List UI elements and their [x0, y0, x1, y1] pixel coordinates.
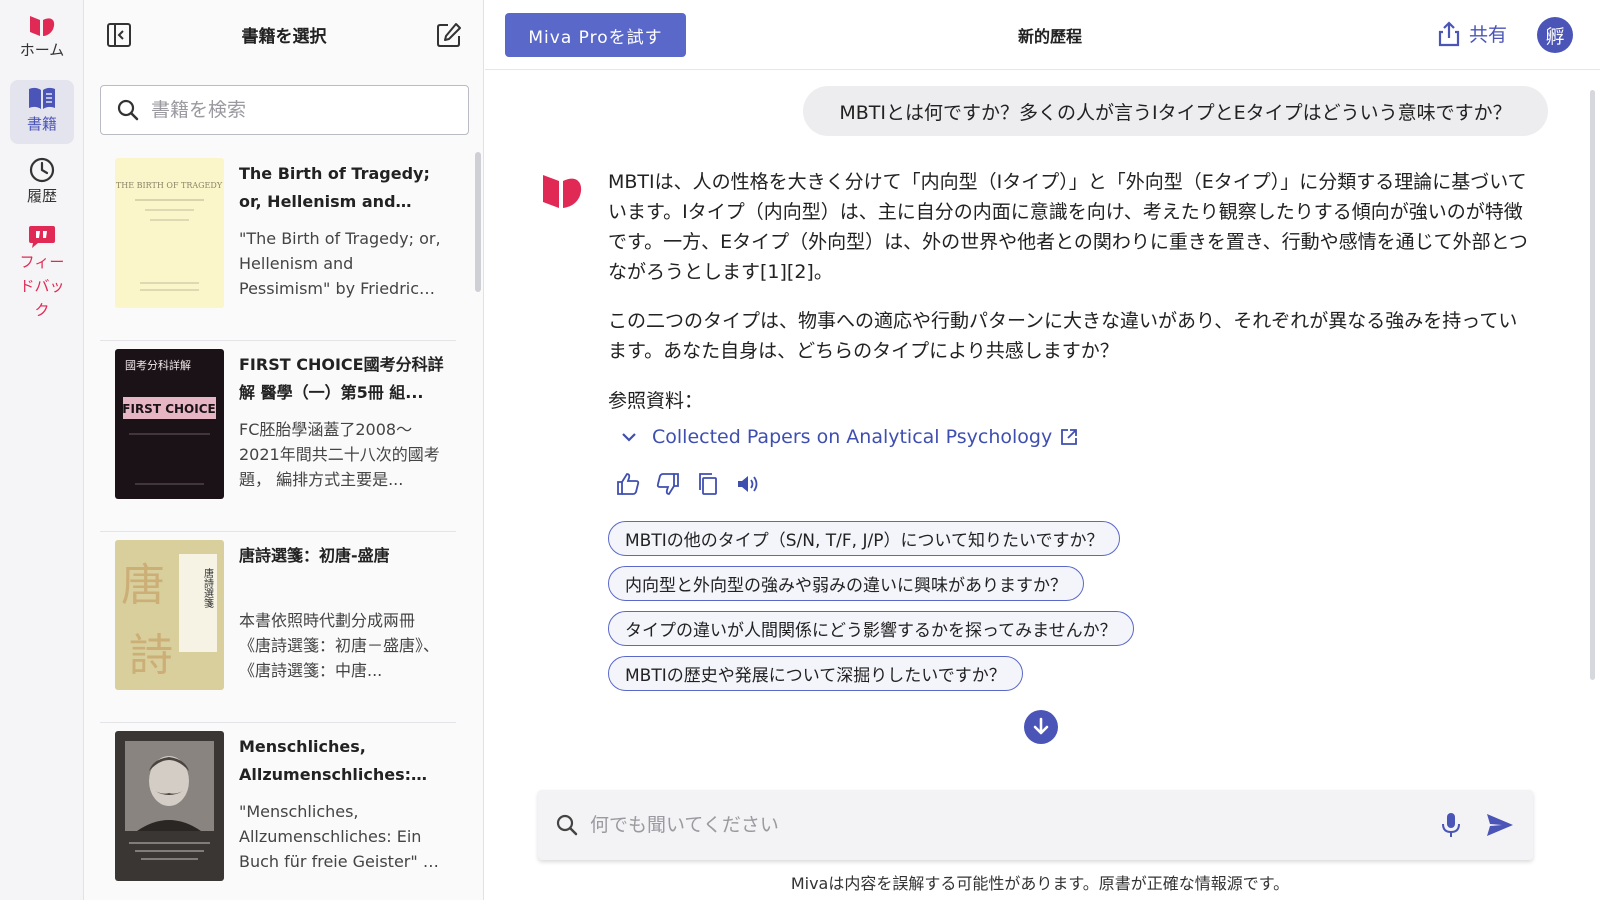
share-icon [1438, 20, 1460, 46]
disclaimer-text: Mivaは内容を誤解する可能性があります。原書が正確な情報源です。 [790, 874, 1290, 893]
top-bar: Miva Proを試す 新的歷程 共有 孵 [485, 0, 1600, 70]
chat-main: Miva Proを試す 新的歷程 共有 孵 MBTIとは何ですか？多くの人が言う… [485, 0, 1600, 900]
share-label: 共有 [1469, 24, 1508, 46]
left-rail: ホーム 書籍 履歴 フィードバック [0, 0, 84, 900]
chevron-down-icon[interactable] [620, 428, 638, 446]
external-link-icon[interactable] [1060, 428, 1078, 446]
panel-title: 書籍を選択 [241, 27, 327, 47]
answer-paragraph: この二つのタイプは、物事への適応や行動パターンに大きな違いがあり、それぞれが異な… [608, 310, 1518, 362]
avatar[interactable]: 孵 [1537, 17, 1573, 53]
suggestion-chip[interactable]: タイプの違いが人間関係にどう影響するかを探ってみませんか？ [608, 611, 1134, 646]
book-list-scrollbar[interactable] [475, 152, 481, 292]
book-list: THE BIRTH OF TRAGEDY The Birth of Traged… [100, 150, 456, 900]
book-icon [29, 87, 55, 109]
assistant-answer: MBTIは、人の性格を大きく分けて「内向型（Iタイプ）」と「外向型（Eタイプ）」… [608, 167, 1528, 385]
reference-title[interactable]: Collected Papers on Analytical Psycholog… [652, 426, 1052, 448]
suggestion-chip[interactable]: MBTIの歴史や発展について深掘りしたいですか？ [608, 656, 1023, 691]
microphone-icon[interactable] [1440, 812, 1462, 838]
scroll-to-bottom-button[interactable] [1024, 710, 1058, 744]
new-chat-edit-icon[interactable] [436, 22, 462, 48]
suggestion-chip[interactable]: 内向型と外向型の強みや弱みの違いに興味がありますか？ [608, 566, 1084, 601]
book-cover [115, 731, 224, 881]
book-cover: 唐 詩 唐詩選箋 [115, 540, 224, 690]
book-title: FIRST CHOICE國考分科詳解 醫學（一）第5冊 組... [239, 355, 444, 402]
message-composer [538, 790, 1533, 860]
rail-home-label: ホーム [19, 41, 65, 59]
book-item[interactable]: 國考分科詳解 FIRST CHOICE FIRST CHOICE國考分科詳解 醫… [100, 341, 456, 532]
rail-feedback[interactable]: フィードバック [10, 222, 74, 332]
book-item[interactable]: THE BIRTH OF TRAGEDY The Birth of Traged… [100, 150, 456, 341]
svg-text:詩: 詩 [129, 630, 173, 681]
feedback-icon [29, 226, 55, 248]
book-title: The Birth of Tragedy; or, Hellenism and … [239, 164, 430, 211]
book-description: 本書依照時代劃分成兩冊《唐詩選箋：初唐－盛唐》、《唐詩選箋：中唐... [239, 611, 440, 680]
book-cover-art [115, 731, 224, 881]
search-icon [117, 99, 139, 121]
svg-text:唐: 唐 [121, 560, 165, 611]
book-description: FC胚胎學涵蓋了2008～2021年間共二十八次的國考題， 編排方式主要是... [239, 420, 440, 489]
chat-scrollbar[interactable] [1590, 90, 1595, 680]
book-cover: 國考分科詳解 FIRST CHOICE [115, 349, 224, 499]
book-panel: 書籍を選択 THE BIRTH OF TRAGEDY [84, 0, 484, 900]
clock-icon [29, 157, 55, 183]
panel-header: 書籍を選択 [84, 0, 483, 70]
reference-link[interactable]: Collected Papers on Analytical Psycholog… [620, 426, 1078, 448]
cover-title-text: FIRST CHOICE [122, 402, 215, 416]
thumbs-down-icon[interactable] [656, 472, 680, 496]
arrow-down-icon [1033, 717, 1049, 735]
book-search [100, 85, 469, 135]
search-icon [556, 814, 578, 836]
answer-paragraph: MBTIは、人の性格を大きく分けて「内向型（Iタイプ）」と「外向型（Eタイプ）」… [608, 171, 1528, 283]
send-icon[interactable] [1486, 812, 1514, 838]
cover-subtitle-text: 國考分科詳解 [125, 358, 191, 372]
miva-bot-icon [543, 175, 582, 208]
book-description: "The Birth of Tragedy; or, Hellenism and… [239, 229, 441, 298]
book-cover-art: 國考分科詳解 FIRST CHOICE [115, 349, 224, 499]
miva-logo-icon [30, 16, 55, 36]
book-title: Menschliches, Allzumenschliches: Ein Buc… [239, 737, 411, 784]
book-item[interactable]: Menschliches, Allzumenschliches: Ein Buc… [100, 723, 456, 900]
thumbs-up-icon[interactable] [616, 472, 640, 496]
share-button[interactable]: 共有 [1437, 20, 1507, 47]
user-message: MBTIとは何ですか？多くの人が言うIタイプとEタイプはどういう意味ですか？ [803, 86, 1548, 136]
rail-history-label: 履歴 [26, 187, 57, 205]
copy-icon[interactable] [696, 472, 720, 496]
rail-feedback-label: フィードバック [19, 253, 65, 319]
cover-title-text: THE BIRTH OF TRAGEDY [116, 181, 223, 190]
suggestion-chip[interactable]: MBTIの他のタイプ（S/N, T/F, J/P）について知りたいですか？ [608, 521, 1121, 556]
book-cover-art: THE BIRTH OF TRAGEDY [115, 158, 224, 308]
book-search-input[interactable] [151, 99, 451, 121]
cover-title-text: 唐詩選箋 [202, 567, 214, 608]
speaker-icon[interactable] [736, 472, 760, 496]
rail-books[interactable]: 書籍 [10, 80, 74, 144]
rail-home[interactable]: ホーム [10, 14, 74, 72]
rail-history[interactable]: 履歴 [10, 152, 74, 212]
message-actions [616, 472, 776, 496]
book-cover: THE BIRTH OF TRAGEDY [115, 158, 224, 308]
book-title: 唐詩選箋：初唐-盛唐 [239, 546, 390, 565]
references-label: 参照資料： [608, 390, 704, 412]
book-description: "Menschliches, Allzumenschliches: Ein Bu… [239, 802, 443, 871]
rail-books-label: 書籍 [26, 115, 57, 133]
book-cover-art: 唐 詩 唐詩選箋 [115, 540, 224, 690]
conversation-title: 新的歷程 [1017, 27, 1082, 46]
message-input[interactable] [590, 814, 1410, 836]
book-item[interactable]: 唐 詩 唐詩選箋 唐詩選箋：初唐-盛唐 本書依照時代劃分成兩冊《唐詩選箋：初唐－… [100, 532, 456, 723]
